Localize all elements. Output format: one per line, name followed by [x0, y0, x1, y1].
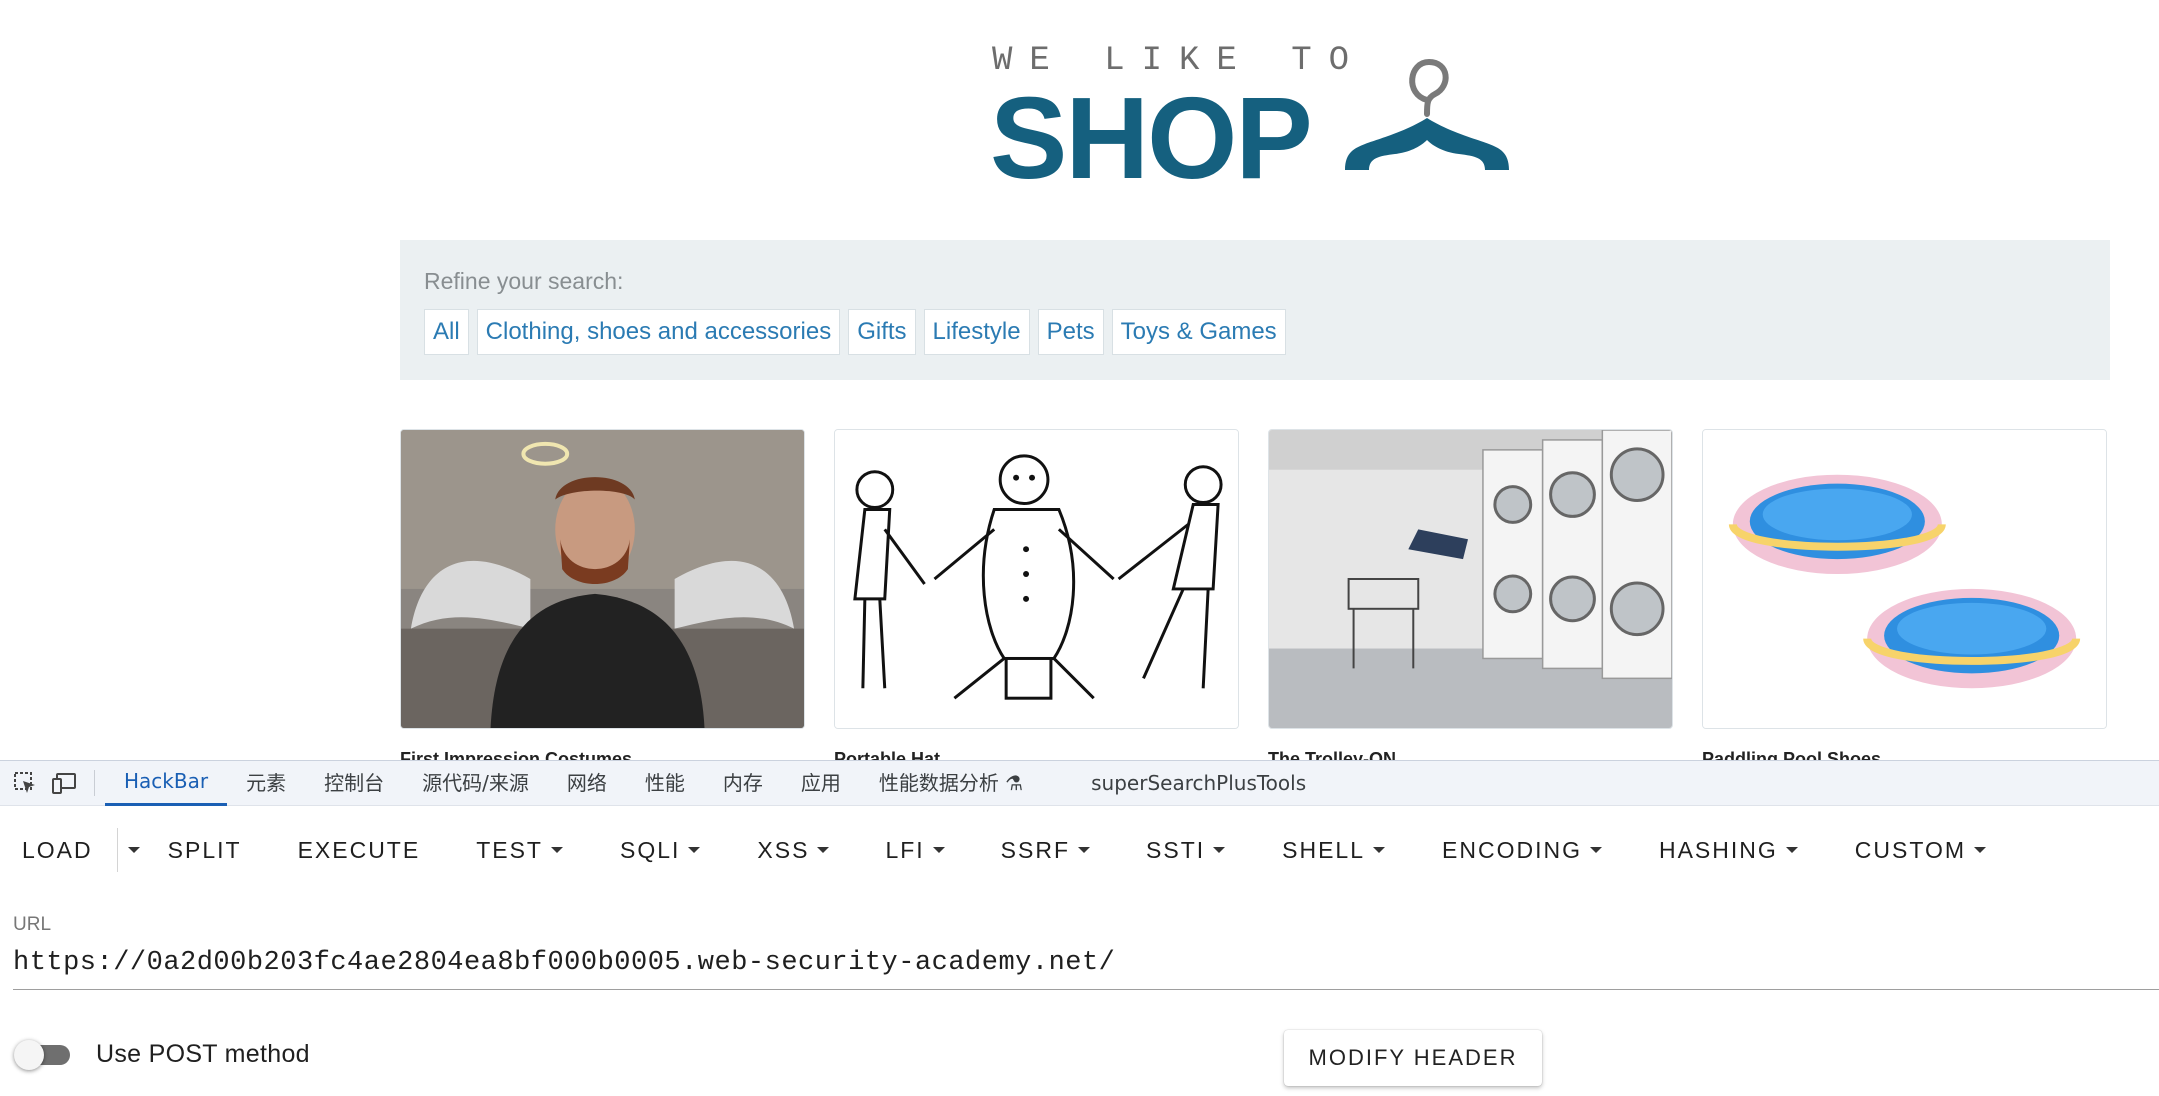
ssrf-label: SSRF	[1000, 836, 1071, 863]
ssti-label: SSTI	[1146, 836, 1206, 863]
ssti-menu-button[interactable]: SSTI	[1146, 836, 1226, 864]
xss-menu-button[interactable]: XSS	[757, 836, 830, 864]
sketch-people-image	[835, 430, 1238, 728]
chevron-down-icon	[550, 847, 563, 853]
filter-list: All Clothing, shoes and accessories Gift…	[424, 309, 2086, 355]
device-toggle-icon[interactable]	[50, 768, 80, 798]
filter-gifts[interactable]: Gifts	[848, 309, 916, 355]
filter-lifestyle[interactable]: Lifestyle	[923, 309, 1030, 355]
filter-all[interactable]: All	[424, 309, 469, 355]
tab-network[interactable]: 网络	[548, 760, 626, 806]
paddling-pools-image	[1703, 430, 2106, 728]
product-name[interactable]: First Impression Costumes	[400, 749, 632, 760]
devtools-panel: HackBar 元素 控制台 源代码/来源 网络 性能 内存 应用 性能数据分析…	[0, 760, 2159, 1096]
load-label: LOAD	[22, 836, 93, 863]
laundromat-image	[1269, 430, 1672, 728]
product-card-image[interactable]	[834, 429, 1239, 729]
test-menu-button[interactable]: TEST	[476, 837, 563, 864]
lfi-label: LFI	[885, 836, 925, 863]
hackbar-toolbar: LOAD SPLIT EXECUTE TEST SQLI XSS LFI SSR…	[0, 806, 2159, 894]
chevron-down-icon	[1785, 847, 1798, 853]
tab-console[interactable]: 控制台	[305, 760, 403, 806]
hashing-label: HASHING	[1658, 836, 1778, 863]
post-method-toggle[interactable]	[14, 1040, 76, 1070]
product-card-image[interactable]	[400, 429, 805, 729]
lfi-menu-button[interactable]: LFI	[885, 836, 945, 864]
filter-heading: Refine your search:	[424, 268, 624, 294]
encoding-menu-button[interactable]: ENCODING	[1442, 837, 1602, 864]
tab-separator	[94, 770, 95, 796]
tab-memory[interactable]: 内存	[704, 760, 782, 806]
chevron-down-icon	[1974, 847, 1987, 853]
post-method-label: Use POST method	[96, 1040, 310, 1068]
tab-application[interactable]: 应用	[782, 760, 860, 806]
tab-elements[interactable]: 元素	[227, 760, 305, 806]
modify-header-button[interactable]: MODIFY HEADER	[1284, 1030, 1542, 1086]
load-dropdown-button[interactable]	[118, 847, 154, 853]
encoding-label: ENCODING	[1442, 836, 1582, 863]
custom-menu-button[interactable]: CUSTOM	[1854, 836, 1987, 864]
product-card-image[interactable]	[1268, 429, 1673, 729]
chevron-down-icon	[1078, 847, 1091, 853]
filter-toys-games[interactable]: Toys & Games	[1111, 309, 1286, 355]
chevron-down-icon	[817, 847, 830, 853]
split-button[interactable]: SPLIT	[168, 837, 242, 864]
shell-menu-button[interactable]: SHELL	[1282, 836, 1386, 864]
tab-sources[interactable]: 源代码/来源	[403, 760, 548, 806]
execute-button[interactable]: EXECUTE	[298, 837, 421, 864]
tab-super-search-plus-tools[interactable]: superSearchPlusTools	[1072, 760, 1325, 806]
product-card-image[interactable]	[1702, 429, 2107, 729]
test-label: TEST	[476, 836, 543, 863]
filter-clothing[interactable]: Clothing, shoes and accessories	[476, 309, 841, 355]
tab-performance[interactable]: 性能	[626, 760, 704, 806]
chevron-down-icon	[688, 847, 701, 853]
shop-page: WE LIKE TO SHOP Refine your search: All …	[0, 0, 2159, 760]
toggle-knob	[14, 1040, 44, 1070]
load-button[interactable]: LOAD	[22, 837, 93, 864]
product-name[interactable]: Portable Hat	[834, 749, 940, 760]
product-name[interactable]: Paddling Pool Shoes	[1702, 749, 1881, 760]
chevron-down-icon	[1373, 847, 1386, 853]
tab-performance-insights[interactable]: 性能数据分析 ⚗	[860, 760, 1042, 806]
chevron-down-icon	[1589, 847, 1602, 853]
sqli-label: SQLI	[619, 836, 681, 863]
split-label: SPLIT	[167, 836, 242, 863]
sqli-menu-button[interactable]: SQLI	[619, 836, 701, 864]
xss-label: XSS	[757, 836, 810, 863]
logo-title: SHOP	[990, 73, 1313, 203]
shop-logo[interactable]: WE LIKE TO SHOP	[990, 42, 1530, 196]
angel-man-image	[401, 430, 804, 728]
custom-label: CUSTOM	[1854, 836, 1967, 863]
hanger-icon	[1345, 58, 1509, 170]
devtools-tab-bar: HackBar 元素 控制台 源代码/来源 网络 性能 内存 应用 性能数据分析…	[0, 760, 2159, 806]
url-label: URL	[13, 914, 52, 935]
chevron-down-icon	[127, 847, 140, 853]
product-name[interactable]: The Trolley-ON	[1268, 749, 1396, 760]
url-input[interactable]: https://0a2d00b203fc4ae2804ea8bf000b0005…	[13, 944, 2159, 990]
filter-panel: Refine your search: All Clothing, shoes …	[400, 240, 2110, 380]
inspect-element-icon[interactable]	[10, 768, 40, 798]
execute-label: EXECUTE	[297, 836, 421, 863]
chevron-down-icon	[1213, 847, 1226, 853]
shell-label: SHELL	[1282, 836, 1366, 863]
tab-hackbar[interactable]: HackBar	[105, 760, 228, 806]
chevron-down-icon	[932, 847, 945, 853]
ssrf-menu-button[interactable]: SSRF	[1000, 836, 1091, 864]
hashing-menu-button[interactable]: HASHING	[1659, 837, 1798, 864]
filter-pets[interactable]: Pets	[1037, 309, 1104, 355]
